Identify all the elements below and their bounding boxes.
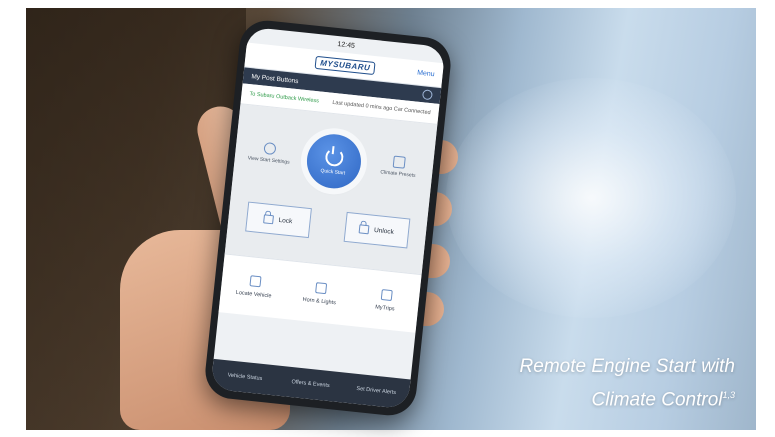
horn-lights-label: Horn & Lights xyxy=(302,296,337,307)
caption-footnote: 1,3 xyxy=(722,390,735,400)
background-light xyxy=(446,78,736,318)
power-icon xyxy=(324,146,345,167)
lock-label: Lock xyxy=(278,216,293,225)
vehicle-name: To Subaru Outback Wireless xyxy=(249,91,320,105)
locate-vehicle-label: Locate Vehicle xyxy=(235,289,272,300)
locate-vehicle-button[interactable]: Locate Vehicle xyxy=(225,273,283,301)
caption-line-2-text: Climate Control xyxy=(591,389,723,411)
nav-vehicle-status[interactable]: Vehicle Status xyxy=(215,371,275,383)
caption-line-2: Climate Control1,3 xyxy=(405,381,735,414)
brand-logo: MYSUBARU xyxy=(314,55,376,75)
unlock-label: Unlock xyxy=(373,226,395,236)
menu-button[interactable]: Menu xyxy=(417,69,435,78)
climate-icon xyxy=(392,155,406,169)
mytrips-label: MyTrips xyxy=(374,304,395,313)
remote-start-label: Quick Start xyxy=(320,167,346,177)
remote-controls: View Start Settings Quick Start Climate … xyxy=(224,104,438,275)
lock-button[interactable]: Lock xyxy=(244,201,312,239)
horn-lights-button[interactable]: Horn & Lights xyxy=(291,280,349,308)
settings-icon xyxy=(263,141,277,156)
lock-icon xyxy=(263,213,275,224)
unlock-icon xyxy=(358,223,370,234)
climate-presets-button[interactable]: Climate Presets xyxy=(376,154,422,179)
trips-icon xyxy=(380,288,393,302)
shortcut-bar-title: My Post Buttons xyxy=(251,72,299,85)
start-settings-button[interactable]: View Start Settings xyxy=(246,140,292,166)
mytrips-button[interactable]: MyTrips xyxy=(357,287,415,315)
info-icon[interactable] xyxy=(421,89,433,101)
feature-caption: Remote Engine Start with Climate Control… xyxy=(405,353,735,414)
nav-driver-alerts[interactable]: Set Driver Alerts xyxy=(346,385,406,397)
nav-offers-events[interactable]: Offers & Events xyxy=(280,378,340,390)
unlock-button[interactable]: Unlock xyxy=(343,211,410,249)
location-icon xyxy=(248,275,262,288)
vehicle-status: Last updated 0 mins ago Car Connected xyxy=(331,99,431,117)
phone-screen: 12:45 MYSUBARU Menu My Post Buttons To S… xyxy=(210,26,446,410)
remote-start-button[interactable]: Quick Start xyxy=(304,131,364,191)
climate-presets-label: Climate Presets xyxy=(380,169,416,179)
status-time: 12:45 xyxy=(337,40,356,50)
start-settings-label: View Start Settings xyxy=(247,155,290,166)
lock-controls: Lock Unlock xyxy=(227,200,427,251)
horn-icon xyxy=(314,282,327,295)
caption-line-1: Remote Engine Start with xyxy=(519,356,735,377)
